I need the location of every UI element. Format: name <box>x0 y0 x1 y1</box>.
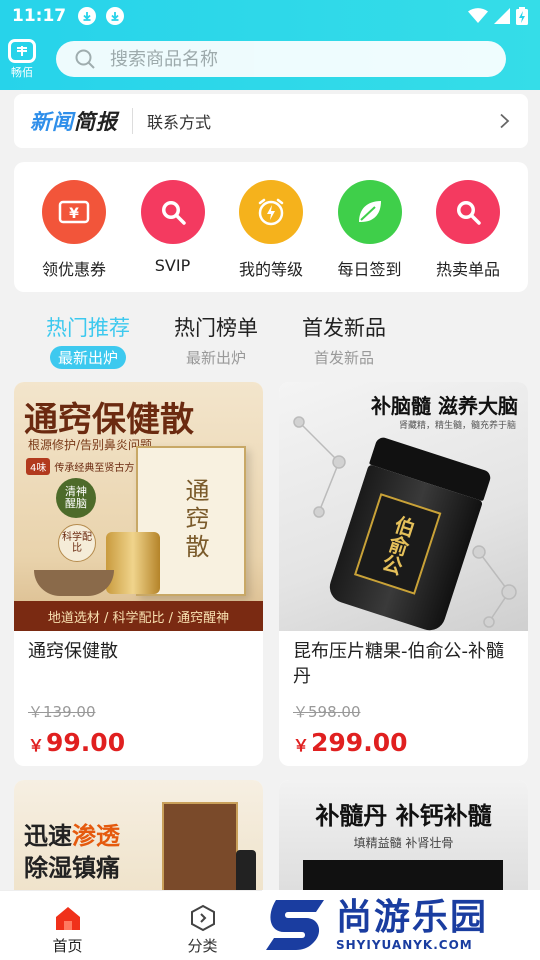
quick-label: 每日签到 <box>337 260 402 279</box>
quick-label: 我的等级 <box>238 260 303 279</box>
search-icon <box>436 180 500 244</box>
quick-label: 热卖单品 <box>435 260 500 279</box>
product-image-badge: 科学配比 <box>58 524 96 562</box>
tab-subtitle: 最新出炉 <box>49 346 126 369</box>
product-image-headline: 除湿镇痛 <box>24 854 120 882</box>
product-image-headline: 补脑髓 滋养大脑 <box>371 394 518 418</box>
product-image-sub: 填精益髓 补肾壮骨 <box>353 836 454 850</box>
tab-title: 热门推荐 <box>46 316 130 340</box>
product-card[interactable]: 迅速渗透 除湿镇痛 <box>14 780 263 900</box>
product-card[interactable]: 补脑髓 滋养大脑 肾藏精，精生髓，髓充养于脑 伯俞公 昆布压片糖果-伯俞公-补髓… <box>279 382 528 766</box>
quick-actions: ¥ 领优惠券 SVIP 我的等级 每日签到 热卖单品 <box>14 162 528 292</box>
product-image[interactable]: 通窍保健散 根源修护/告别鼻炎问题 4味 传承经典至贤古方 清神醒脑 科学配比 … <box>14 382 263 631</box>
currency-symbol: ￥ <box>28 736 45 755</box>
quick-coupon[interactable]: ¥ 领优惠券 <box>28 180 120 292</box>
search-icon <box>140 180 205 244</box>
alarm-bolt-icon <box>239 180 303 244</box>
search-icon <box>75 49 95 69</box>
logo-mark-icon <box>8 38 36 63</box>
tab-subtitle: 最新出炉 <box>185 349 246 367</box>
quick-checkin[interactable]: 每日签到 <box>324 180 416 292</box>
product-price: ￥299.00 <box>293 728 514 757</box>
price-value: 99.00 <box>46 728 126 757</box>
search-bar[interactable] <box>56 41 506 77</box>
tab-hot-ranking[interactable]: 热门榜单 最新出炉 <box>152 312 280 368</box>
product-info: 通窍保健散 ￥139.00 ￥99.00 <box>14 631 263 757</box>
product-price: ￥99.00 <box>28 728 249 757</box>
product-bowl <box>34 570 114 596</box>
watermark-text: 尚游乐园 SHYIYUANYK.COM <box>336 897 489 953</box>
news-logo-part2: 简报 <box>74 110 118 134</box>
tab-new-products[interactable]: 首发新品 首发新品 <box>280 312 408 368</box>
tab-subtitle: 首发新品 <box>313 349 374 367</box>
price-value: 299.00 <box>311 728 408 757</box>
news-logo: 新闻简报 <box>30 106 118 136</box>
tab-bar: 热门推荐 最新出炉 热门榜单 最新出炉 首发新品 首发新品 <box>24 312 524 369</box>
quick-hot[interactable]: 热卖单品 <box>422 180 514 292</box>
product-box <box>162 802 238 900</box>
product-image-tag: 4味 传承经典至贤古方 <box>26 458 134 475</box>
product-card[interactable]: 通窍保健散 根源修护/告别鼻炎问题 4味 传承经典至贤古方 清神醒脑 科学配比 … <box>14 382 263 766</box>
logo-text: 畅佰 <box>11 65 33 79</box>
quick-svip[interactable]: SVIP <box>127 180 219 292</box>
product-image[interactable]: 补髓丹 补钙补髓 填精益髓 补肾壮骨 <box>279 780 528 900</box>
search-input[interactable] <box>110 48 450 70</box>
product-name: 昆布压片糖果-伯俞公-补髓丹 <box>293 641 504 687</box>
product-original-price: ￥139.00 <box>28 703 96 721</box>
nav-label: 首页 <box>52 937 83 955</box>
leaf-icon <box>337 180 402 244</box>
product-image[interactable]: 补脑髓 滋养大脑 肾藏精，精生髓，髓充养于脑 伯俞公 <box>279 382 528 631</box>
tab-hot-recommend[interactable]: 热门推荐 最新出炉 <box>24 312 152 369</box>
home-icon <box>55 907 80 930</box>
status-bar: 11:17 <box>0 0 540 32</box>
search-row: 畅佰 <box>0 36 540 82</box>
tab-title: 首发新品 <box>302 316 386 340</box>
contact-link[interactable]: 联系方式 <box>147 109 211 133</box>
watermark-logo-icon <box>266 900 324 950</box>
product-box-text: 通窍散 <box>181 478 209 562</box>
watermark-cn: 尚游乐园 <box>336 897 489 938</box>
divider <box>132 108 133 134</box>
product-card[interactable]: 补髓丹 补钙补髓 填精益髓 补肾壮骨 <box>279 780 528 900</box>
product-image-headline: 通窍保健散 <box>24 400 194 440</box>
headline-highlight: 渗透 <box>72 822 120 850</box>
quick-label: 领优惠券 <box>41 260 106 279</box>
product-image-sub: 肾藏精，精生髓，髓充养于脑 <box>398 421 516 431</box>
product-image-badge: 清神醒脑 <box>56 478 96 518</box>
nav-category[interactable]: 分类 <box>135 891 270 960</box>
signal-icon <box>494 8 510 24</box>
product-image-headline: 补髓丹 补钙补髓 <box>315 802 492 830</box>
product-image-footer: 地道选材 / 科学配比 / 通窍醒神 <box>14 601 263 631</box>
nav-label: 分类 <box>187 937 218 955</box>
product-image-tag-num: 4味 <box>26 458 51 475</box>
quick-label: SVIP <box>154 256 191 275</box>
download-icon <box>78 7 97 25</box>
currency-symbol: ￥ <box>293 736 310 755</box>
product-jar <box>106 532 160 594</box>
download-icon <box>106 7 125 25</box>
quick-level[interactable]: 我的等级 <box>225 180 317 292</box>
product-image-sub: 根源修护/告别鼻炎问题 <box>28 438 153 452</box>
product-image[interactable]: 迅速渗透 除湿镇痛 <box>14 780 263 900</box>
product-info: 昆布压片糖果-伯俞公-补髓丹 ￥598.00 ￥299.00 <box>279 631 528 757</box>
product-original-price: ￥598.00 <box>293 703 361 721</box>
wifi-icon <box>468 8 488 23</box>
app-logo: 畅佰 <box>4 37 40 81</box>
nav-home[interactable]: 首页 <box>0 891 135 960</box>
coupon-icon: ¥ <box>42 180 106 244</box>
news-bar[interactable]: 新闻简报 联系方式 <box>14 94 528 148</box>
svg-text:¥: ¥ <box>69 206 79 222</box>
category-icon <box>190 904 215 932</box>
news-logo-part1: 新闻 <box>30 110 74 134</box>
chevron-right-icon[interactable] <box>496 113 512 129</box>
tab-title: 热门榜单 <box>174 316 258 340</box>
battery-icon <box>516 7 528 25</box>
watermark-en: SHYIYUANYK.COM <box>336 938 473 952</box>
product-image-tag-text: 传承经典至贤古方 <box>54 463 135 474</box>
product-name: 通窍保健散 <box>28 641 118 662</box>
status-time: 11:17 <box>12 6 67 26</box>
product-image-headline: 迅速渗透 <box>24 816 120 851</box>
headline-part: 迅速 <box>24 822 72 850</box>
watermark: 尚游乐园 SHYIYUANYK.COM <box>262 890 540 960</box>
